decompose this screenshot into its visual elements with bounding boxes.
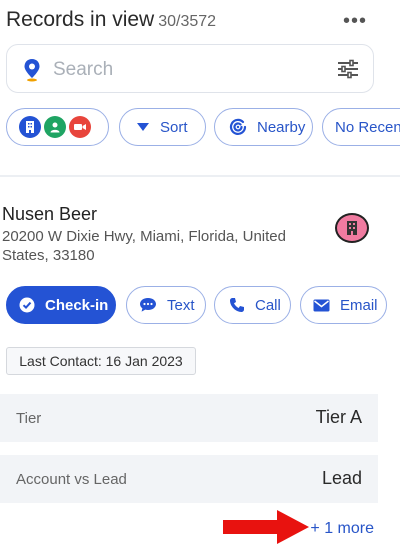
title-text: Records in view xyxy=(6,8,155,31)
divider xyxy=(0,175,400,177)
search-bar[interactable]: Search xyxy=(6,44,374,93)
field-label: Tier xyxy=(16,410,42,427)
action-buttons: Check-in Text Call Email xyxy=(0,286,400,326)
video-icon xyxy=(69,116,91,138)
header: Records in view 30/3572 ••• xyxy=(6,6,400,38)
call-label: Call xyxy=(255,296,281,314)
field-label: Account vs Lead xyxy=(16,471,127,488)
sort-chip[interactable]: Sort xyxy=(119,108,206,146)
nearby-radar-icon xyxy=(229,118,247,135)
check-circle-icon xyxy=(19,297,35,313)
location-pin-icon xyxy=(24,59,40,82)
field-row-account-vs-lead: Account vs Lead Lead xyxy=(0,455,378,503)
phone-icon xyxy=(230,298,244,312)
no-recent-chip[interactable]: No Recen xyxy=(322,108,400,146)
more-dots-icon[interactable]: ••• xyxy=(343,11,367,31)
field-row-tier: Tier Tier A xyxy=(0,394,378,442)
field-value: Lead xyxy=(321,468,362,488)
check-in-button[interactable]: Check-in xyxy=(6,286,116,324)
last-contact-tag: Last Contact: 16 Jan 2023 xyxy=(6,347,196,375)
nearby-label: Nearby xyxy=(257,118,306,136)
sort-label: Sort xyxy=(160,118,188,136)
nearby-chip[interactable]: Nearby xyxy=(214,108,313,146)
text-button[interactable]: Text xyxy=(126,286,206,324)
caret-down-icon xyxy=(137,123,149,131)
email-label: Email xyxy=(340,296,378,314)
record-address: 20200 W Dixie Hwy, Miami, Florida, Unite… xyxy=(2,228,286,264)
filter-sliders-icon[interactable] xyxy=(337,59,359,79)
red-arrow-annotation xyxy=(223,510,309,544)
chat-bubble-icon xyxy=(140,298,156,312)
building-icon xyxy=(335,213,369,243)
check-in-label: Check-in xyxy=(45,296,109,314)
more-fields-link[interactable]: + 1 more xyxy=(310,520,374,538)
person-icon xyxy=(44,116,66,138)
record-type-filter-chip[interactable] xyxy=(6,108,109,146)
field-value: Tier A xyxy=(315,407,362,427)
text-label: Text xyxy=(167,296,195,314)
building-icon xyxy=(19,116,41,138)
envelope-icon xyxy=(313,299,330,311)
page-title: Records in view 30/3572 xyxy=(6,8,216,32)
filter-chips: Sort Nearby No Recen xyxy=(0,108,400,148)
no-recent-label: No Recen xyxy=(335,118,400,136)
search-input[interactable]: Search xyxy=(53,59,113,81)
record-count: 30/3572 xyxy=(158,13,217,30)
call-button[interactable]: Call xyxy=(214,286,291,324)
record-name[interactable]: Nusen Beer xyxy=(2,204,97,225)
email-button[interactable]: Email xyxy=(300,286,387,324)
